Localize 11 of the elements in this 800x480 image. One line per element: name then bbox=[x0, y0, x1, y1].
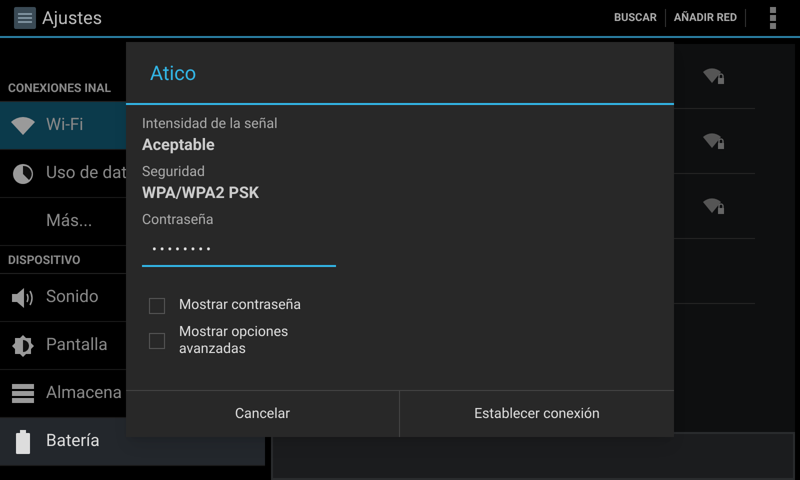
section-header: DISPOSITIVO bbox=[8, 252, 80, 268]
field-value: Aceptable bbox=[142, 134, 216, 156]
dialog-title: Atico bbox=[150, 60, 196, 86]
field-label: Intensidad de la señal bbox=[142, 115, 278, 133]
section-header: CONEXIONES INAL bbox=[8, 80, 111, 96]
app-title: Ajustes bbox=[42, 6, 102, 30]
field-label: Contraseña bbox=[142, 211, 214, 229]
field-label: Seguridad bbox=[142, 163, 206, 181]
field-value: WPA/WPA2 PSK bbox=[142, 182, 260, 204]
checkbox-label: Mostrar opciones avanzadas bbox=[179, 324, 290, 358]
checkbox-label: Mostrar contraseña bbox=[179, 297, 302, 314]
